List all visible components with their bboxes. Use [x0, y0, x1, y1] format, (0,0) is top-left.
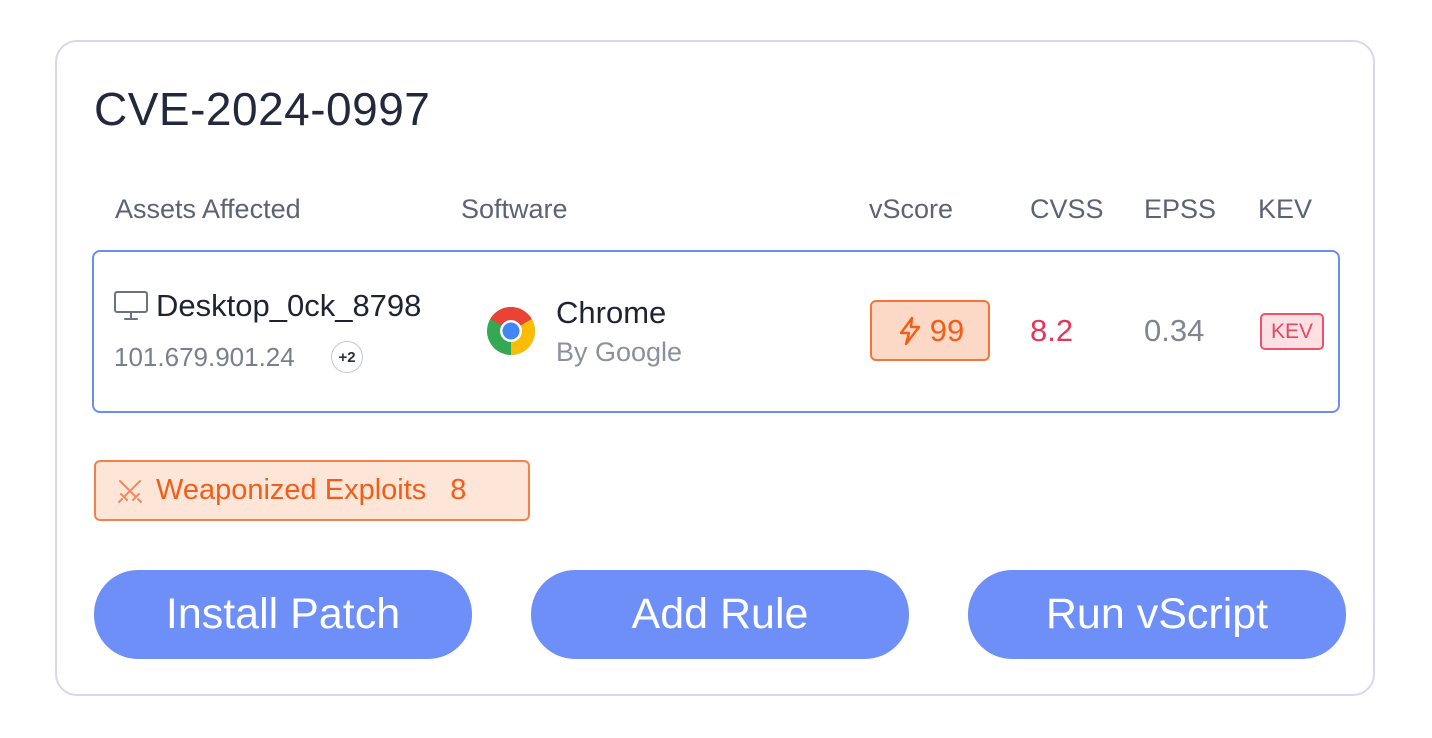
- cvss-value: 8.2: [1030, 313, 1074, 348]
- software-vendor: By Google: [556, 337, 683, 367]
- run-vscript-button[interactable]: Run vScript: [968, 570, 1346, 659]
- epss-value: 0.34: [1144, 313, 1205, 348]
- lightning-bolt-icon: [899, 316, 920, 345]
- column-header-cvss: CVSS: [1030, 194, 1104, 224]
- asset-name[interactable]: Desktop_0ck_8798: [156, 288, 421, 324]
- install-patch-button[interactable]: Install Patch: [94, 570, 472, 659]
- kev-badge: KEV: [1260, 313, 1324, 350]
- exploits-label: Weaponized Exploits: [156, 474, 427, 506]
- asset-ip: 101.679.901.24: [114, 342, 295, 372]
- chrome-logo-icon: [487, 306, 536, 355]
- column-header-software: Software: [461, 194, 568, 224]
- exploits-count: 8: [450, 474, 467, 506]
- vscore-badge: 99: [870, 300, 990, 361]
- crossed-swords-icon: [118, 479, 142, 503]
- vscore-value: 99: [929, 312, 965, 348]
- desktop-monitor-icon: [114, 291, 148, 320]
- more-assets-badge[interactable]: +2: [331, 341, 363, 373]
- column-header-epss: EPSS: [1144, 194, 1217, 224]
- add-rule-button[interactable]: Add Rule: [531, 570, 909, 659]
- weaponized-exploits-badge[interactable]: Weaponized Exploits 8: [94, 460, 530, 521]
- column-header-vscore: vScore: [869, 194, 954, 224]
- cve-title: CVE-2024-0997: [94, 83, 431, 135]
- column-header-assets: Assets Affected: [115, 194, 301, 224]
- column-header-kev: KEV: [1258, 194, 1313, 224]
- software-name: Chrome: [556, 295, 667, 330]
